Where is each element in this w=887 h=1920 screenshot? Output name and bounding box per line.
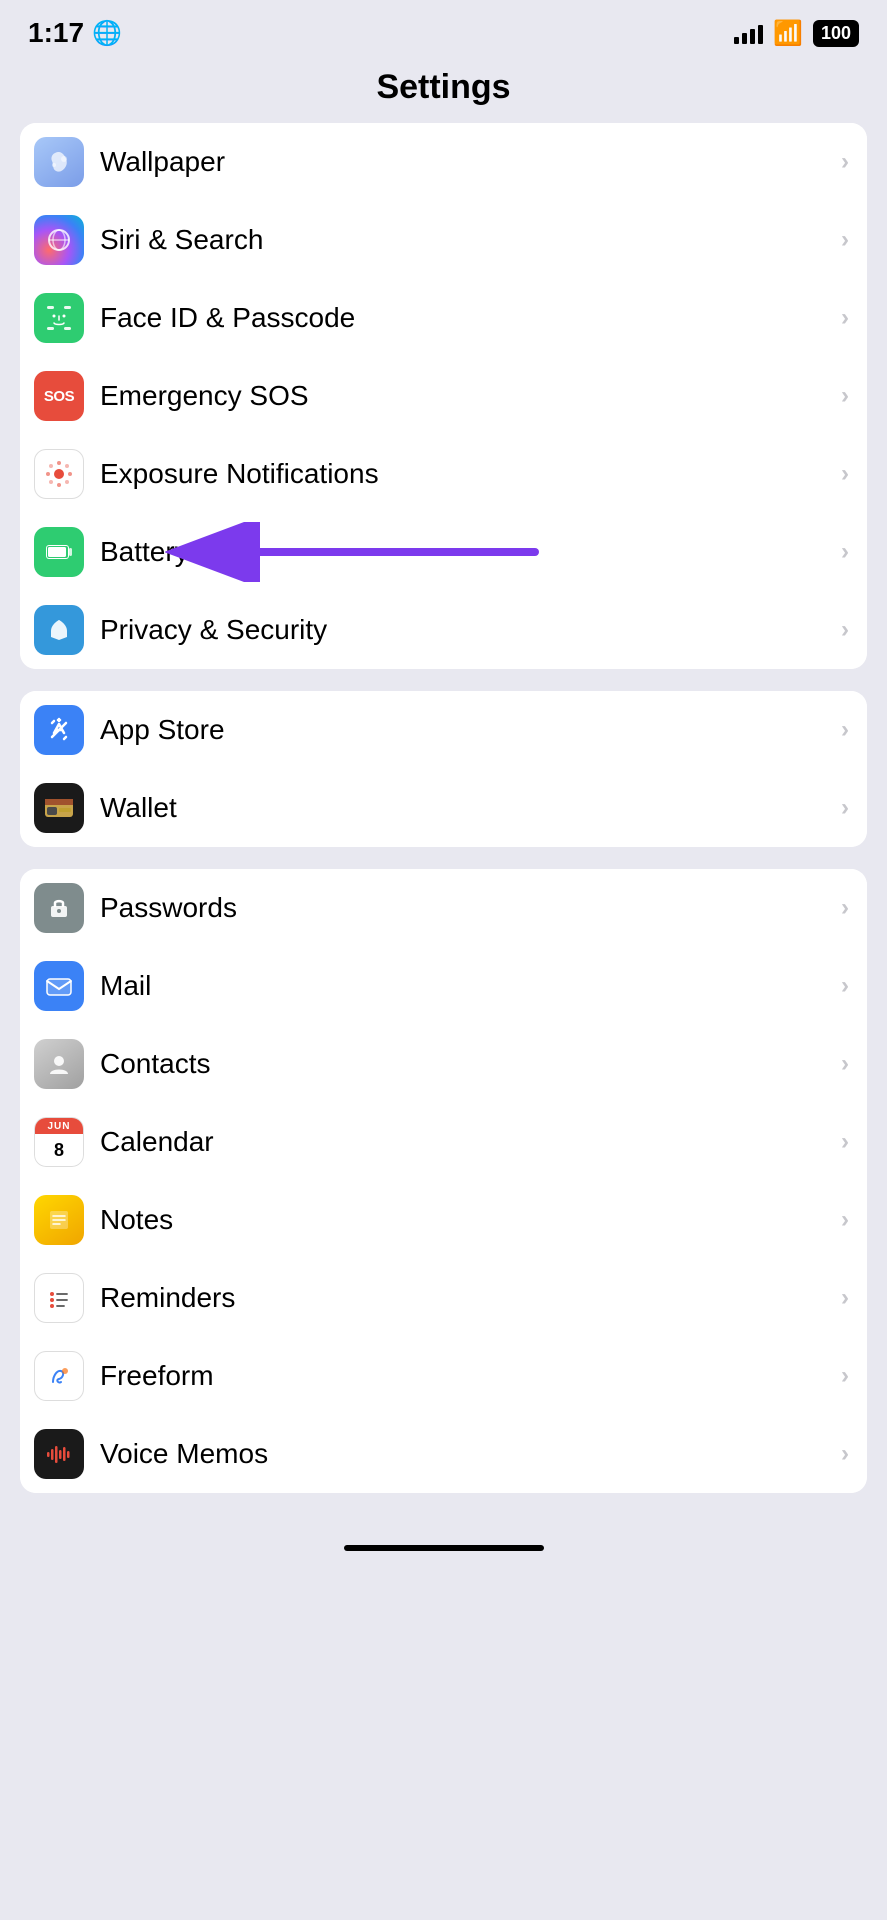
time-display: 1:17 [28, 17, 84, 49]
notes-label: Notes [100, 1204, 833, 1236]
settings-item-notes[interactable]: Notes › [20, 1181, 867, 1259]
settings-item-voicememos[interactable]: Voice Memos › [20, 1415, 867, 1493]
wifi-icon: 📶 [773, 19, 803, 48]
voicememos-chevron: › [841, 1440, 849, 1468]
passwords-label: Passwords [100, 892, 833, 924]
calendar-chevron: › [841, 1128, 849, 1156]
battery-chevron: › [841, 538, 849, 566]
voicememos-label: Voice Memos [100, 1438, 833, 1470]
exposure-icon [34, 449, 84, 499]
settings-group-2: App Store › Wallet › [20, 691, 867, 847]
status-icons: 📶 100 [734, 19, 859, 48]
settings-item-privacy[interactable]: Privacy & Security › [20, 591, 867, 669]
notes-chevron: › [841, 1206, 849, 1234]
settings-group-1: Wallpaper › Siri & Search › [20, 123, 867, 669]
settings-group-3: Passwords › Mail › Contacts › [20, 869, 867, 1493]
settings-item-mail[interactable]: Mail › [20, 947, 867, 1025]
siri-chevron: › [841, 226, 849, 254]
passwords-icon [34, 883, 84, 933]
notes-icon [34, 1195, 84, 1245]
home-indicator [344, 1545, 544, 1551]
exposure-chevron: › [841, 460, 849, 488]
mail-icon [34, 961, 84, 1011]
nav-title-bar: Settings [0, 60, 887, 123]
reminders-label: Reminders [100, 1282, 833, 1314]
privacy-chevron: › [841, 616, 849, 644]
sos-label: Emergency SOS [100, 380, 833, 412]
freeform-label: Freeform [100, 1360, 833, 1392]
battery-icon [34, 527, 84, 577]
contacts-icon [34, 1039, 84, 1089]
settings-item-wallet[interactable]: Wallet › [20, 769, 867, 847]
wallpaper-chevron: › [841, 148, 849, 176]
globe-icon: 🌐 [92, 19, 122, 48]
battery-label: Battery [100, 536, 833, 568]
reminders-icon [34, 1273, 84, 1323]
appstore-label: App Store [100, 714, 833, 746]
siri-icon [34, 215, 84, 265]
calendar-label: Calendar [100, 1126, 833, 1158]
wallet-icon [34, 783, 84, 833]
settings-item-exposure[interactable]: Exposure Notifications › [20, 435, 867, 513]
status-time: 1:17 🌐 [28, 17, 122, 49]
home-indicator-area [0, 1515, 887, 1591]
freeform-chevron: › [841, 1362, 849, 1390]
settings-item-freeform[interactable]: Freeform › [20, 1337, 867, 1415]
faceid-label: Face ID & Passcode [100, 302, 833, 334]
status-bar: 1:17 🌐 📶 100 [0, 0, 887, 60]
wallpaper-label: Wallpaper [100, 146, 833, 178]
mail-label: Mail [100, 970, 833, 1002]
battery-indicator: 100 [813, 20, 859, 47]
siri-label: Siri & Search [100, 224, 833, 256]
privacy-label: Privacy & Security [100, 614, 833, 646]
reminders-chevron: › [841, 1284, 849, 1312]
faceid-icon [34, 293, 84, 343]
privacy-icon [34, 605, 84, 655]
settings-item-appstore[interactable]: App Store › [20, 691, 867, 769]
appstore-chevron: › [841, 716, 849, 744]
wallet-label: Wallet [100, 792, 833, 824]
settings-item-siri[interactable]: Siri & Search › [20, 201, 867, 279]
freeform-icon [34, 1351, 84, 1401]
settings-item-faceid[interactable]: Face ID & Passcode › [20, 279, 867, 357]
signal-icon [734, 22, 763, 44]
exposure-label: Exposure Notifications [100, 458, 833, 490]
faceid-chevron: › [841, 304, 849, 332]
voicememos-icon [34, 1429, 84, 1479]
settings-item-contacts[interactable]: Contacts › [20, 1025, 867, 1103]
mail-chevron: › [841, 972, 849, 1000]
settings-item-wallpaper[interactable]: Wallpaper › [20, 123, 867, 201]
settings-item-sos[interactable]: SOS Emergency SOS › [20, 357, 867, 435]
settings-item-calendar[interactable]: JUN 8 Calendar › [20, 1103, 867, 1181]
appstore-icon [34, 705, 84, 755]
passwords-chevron: › [841, 894, 849, 922]
settings-item-battery[interactable]: Battery › [20, 513, 867, 591]
sos-chevron: › [841, 382, 849, 410]
calendar-icon: JUN 8 [34, 1117, 84, 1167]
contacts-label: Contacts [100, 1048, 833, 1080]
sos-icon: SOS [34, 371, 84, 421]
settings-item-passwords[interactable]: Passwords › [20, 869, 867, 947]
contacts-chevron: › [841, 1050, 849, 1078]
wallet-chevron: › [841, 794, 849, 822]
settings-item-reminders[interactable]: Reminders › [20, 1259, 867, 1337]
wallpaper-icon [34, 137, 84, 187]
page-title: Settings [0, 68, 887, 107]
